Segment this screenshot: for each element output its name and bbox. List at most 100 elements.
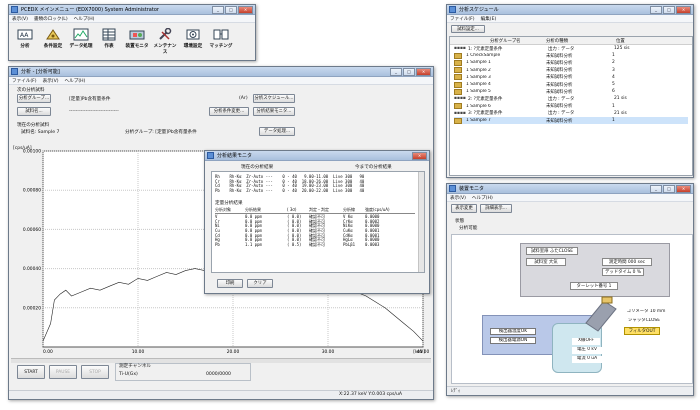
pause-button[interactable]: PAUSE (49, 365, 77, 379)
analysis-title: 分析 - [分析可能] (21, 69, 60, 75)
y-tick-label: 0.00040 (23, 266, 41, 272)
quant-cell: 0.0003 (365, 242, 380, 248)
schedule-row-position: 5 (612, 82, 615, 87)
maximize-icon[interactable]: □ (225, 5, 237, 14)
menu-help[interactable]: ヘルプ(H) (65, 78, 86, 84)
toolbar-matching-button[interactable]: マッチング (208, 25, 234, 52)
x-tick-label: 30.00 (322, 349, 335, 355)
main-menu-titlebar[interactable]: PCEDX メインメニュー (EDX7000) System Administr… (9, 5, 255, 15)
schedule-row[interactable]: ▪▪▪▪ 3: ?元素定量条件 出力 : データ 21 sis (454, 110, 688, 117)
quant-cell: PbLβ1 (343, 242, 356, 248)
schedule-row[interactable]: 1 Sample 4 未知試料分析 5 (454, 81, 688, 88)
schedule-header-type: 分析の種類 (546, 39, 568, 44)
schedule-title: 分析スケジュール (459, 7, 499, 13)
result-scrollbar[interactable] (418, 172, 424, 272)
schedule-button[interactable]: 分析スケジュール... (253, 94, 295, 103)
schedule-row[interactable]: 1 Sample 1 未知試料分析 2 (454, 59, 688, 66)
group-marker: ▪▪▪▪ (454, 110, 466, 116)
minimize-icon[interactable]: _ (650, 184, 662, 193)
close-icon[interactable]: × (412, 151, 427, 160)
schedule-row-type: 出力 : データ (548, 111, 575, 117)
schedule-row-name: 1: ?元素定量条件 (468, 46, 503, 52)
schedule-row[interactable]: 1 Sample 2 未知試料分析 3 (454, 67, 688, 74)
toolbar-settings-button[interactable]: 環境設定 (180, 25, 206, 52)
turret-badge: ターレット番号 1 (570, 282, 618, 290)
minimize-icon[interactable]: _ (650, 5, 662, 14)
toolbar-maintenance-button[interactable]: メンテナンス (152, 25, 178, 55)
folder-icon (454, 74, 462, 81)
x-tick-label: 40.00 (417, 349, 430, 355)
menu-edit[interactable]: 編集(E) (481, 16, 497, 22)
detail-display-button[interactable]: 詳細表示... (480, 204, 512, 213)
toolbar-monitor-button[interactable]: 装置モニタ (124, 25, 150, 52)
maximize-icon[interactable]: □ (663, 5, 675, 14)
toolbar-data-processing-button[interactable]: データ処理 (68, 25, 94, 52)
schedule-row[interactable]: 1 Sample 7 未知試料分析 1 (454, 117, 688, 124)
schedule-row[interactable]: 1 CheckSample 未知試料分析 1 (454, 52, 688, 59)
condition-change-button[interactable]: 分析条件変更... (209, 107, 249, 116)
current-analysis-group: 分析グループ: [定量]Pb含有量条件 (125, 130, 197, 135)
x-tick-label: 20.00 (227, 349, 240, 355)
device-titlebar[interactable]: 装置モニタ _ □ × (447, 184, 693, 194)
stop-button[interactable]: STOP (81, 365, 109, 379)
menu-view[interactable]: 表示(V) (43, 78, 59, 84)
main-menu-window: PCEDX メインメニュー (EDX7000) System Administr… (8, 4, 256, 61)
schedule-row-type: 未知試料分析 (546, 82, 573, 88)
close-icon[interactable]: × (416, 67, 431, 76)
schedule-row-type: 未知試料分析 (546, 104, 573, 110)
menu-file[interactable]: ファイル(F) (450, 16, 475, 22)
display-change-button[interactable]: 表示変更 (451, 204, 477, 213)
toolbar-table-button[interactable]: 作表 (96, 25, 122, 52)
data-processing-button[interactable]: データ処理... (259, 127, 295, 136)
condition-icon (45, 28, 61, 41)
main-menu-title: PCEDX メインメニュー (EDX7000) System Administr… (21, 7, 159, 13)
maximize-icon[interactable]: □ (663, 184, 675, 193)
quant-cell: Pb (215, 242, 220, 248)
group-marker: ▪▪▪▪ (454, 46, 466, 51)
analysis-menubar: ファイル(F) 表示(V) ヘルプ(H) (9, 77, 433, 85)
quant-header-result: 分析結果 (245, 207, 261, 212)
result-monitor-titlebar[interactable]: 分析結果モニタ × (205, 151, 429, 161)
minimize-icon[interactable]: _ (212, 5, 224, 14)
current-badge: 電流 0 uA (572, 356, 602, 363)
clear-button[interactable]: クリア (247, 279, 273, 288)
menu-view[interactable]: 表示(V) (12, 16, 28, 22)
result-panel: Rh Rh-Kα Zr-Auto --- 0 - 40 9.00-11.00 L… (211, 171, 425, 273)
sample-settings-button[interactable]: 試料設定... (451, 25, 485, 33)
analysis-group-button[interactable]: 分析グループ... (17, 94, 51, 103)
close-icon[interactable]: × (676, 5, 691, 14)
schedule-row-type: 出力 : データ (548, 96, 575, 102)
start-button[interactable]: START (17, 365, 45, 379)
settings-icon (185, 28, 201, 41)
schedule-list: 分析グループ名 分析の種類 位置 ▪▪▪▪ 1: ?元素定量条件 出力 : データ 1… (449, 36, 693, 176)
analysis-titlebar[interactable]: 分析 - [分析可能] _ □ × (9, 67, 433, 77)
toolbar-condition-button[interactable]: 条件設定 (40, 25, 66, 52)
y-tick-label: 0.00100 (23, 149, 41, 155)
y-tick-label: 0.00020 (23, 305, 41, 311)
x-tick-label: 10.00 (132, 349, 145, 355)
channel-progress: 0000/0000 (206, 372, 231, 377)
menu-help[interactable]: ヘルプ(H) (472, 195, 493, 201)
sample-name-value: ------------------------------ (69, 109, 119, 114)
schedule-row[interactable]: 1 Sample 5 未知試料分析 6 (454, 88, 688, 95)
print-button[interactable]: 印刷 (217, 279, 243, 288)
menu-help[interactable]: ヘルプ(H) (74, 16, 95, 22)
menu-file[interactable]: ファイル(F) (12, 78, 37, 84)
state-value: 分析可能 (459, 226, 478, 231)
sample-name-button[interactable]: 試料名... (17, 107, 51, 116)
schedule-titlebar[interactable]: 分析スケジュール _ □ × (447, 5, 693, 15)
monitor-icon (129, 28, 145, 41)
close-icon[interactable]: × (676, 184, 691, 193)
menu-lock[interactable]: 書類のロック(L) (34, 16, 68, 22)
schedule-row[interactable]: 1 Sample 3 未知試料分析 4 (454, 74, 688, 81)
schedule-row[interactable]: 1 Sample 6 未知試料分析 1 (454, 103, 688, 110)
schedule-row[interactable]: ▪▪▪▪ 1: ?元素定量条件 出力 : データ 125 sis (454, 45, 688, 52)
folder-icon (454, 117, 462, 124)
toolbar-analysis-button[interactable]: AA 分析 (12, 25, 38, 52)
result-monitor-button[interactable]: 分析結果モニタ... (253, 107, 295, 116)
maximize-icon[interactable]: □ (403, 67, 415, 76)
menu-view[interactable]: 表示(V) (450, 195, 466, 201)
minimize-icon[interactable]: _ (390, 67, 402, 76)
close-icon[interactable]: × (238, 5, 253, 14)
schedule-row[interactable]: ▪▪▪▪ 2: ?元素定量条件 出力 : データ 21 sis (454, 95, 688, 102)
